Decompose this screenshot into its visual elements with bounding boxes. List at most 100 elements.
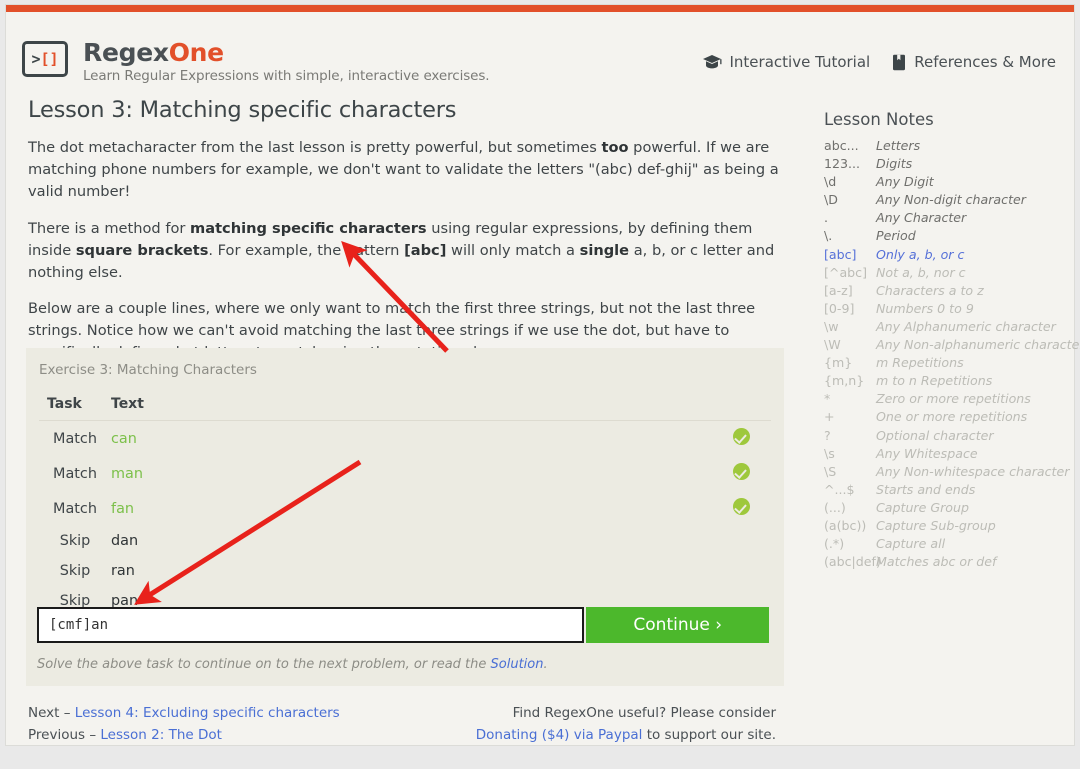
lesson-text: will only match a [446,241,580,259]
lesson-note-row: {m} m Repetitions [824,354,1072,372]
lesson-note-symbol: \w [824,318,839,334]
lesson-note-row: * Zero or more repetitions [824,390,1072,408]
lesson-note-description: Capture Group [876,499,969,515]
lesson-note-symbol: 123... [824,156,861,172]
lesson-note-row: ? Optional character [824,427,1072,445]
exercise-task-cell: Match [53,500,97,517]
lesson-note-row: [^abc] Not a, b, nor c [824,264,1072,282]
lesson-main: Lesson 3: Matching specific characters T… [28,97,798,379]
lesson-note-symbol: \S [824,463,837,479]
table-row: Match man [39,456,771,491]
lesson-note-description: Only a, b, or c [876,246,965,262]
exercise-text-cell: man [111,465,143,482]
lesson-emphasis: single [579,241,630,259]
lesson-note-row: 123... Digits [824,155,1072,173]
top-navigation: Interactive Tutorial References & More [702,53,1056,71]
footer-next-link[interactable]: Lesson 4: Excluding specific characters [75,705,340,721]
brand-tagline: Learn Regular Expressions with simple, i… [83,68,490,85]
exercise-table: Task Text Match can Match man Match fan Skip da… [39,392,771,616]
footer-next-prefix: Next – [28,705,75,721]
lesson-note-row: [a-z] Characters a to z [824,282,1072,300]
lesson-note-row: . Any Character [824,209,1072,227]
lesson-note-symbol: (a(bc)) [824,517,867,533]
lesson-note-row: \d Any Digit [824,173,1072,191]
lesson-note-row: (...) Capture Group [824,499,1072,517]
nav-interactive-tutorial-label: Interactive Tutorial [729,53,871,71]
table-row: Match fan [39,491,771,526]
lesson-note-symbol: (.*) [824,536,845,552]
footer-support-suffix: to support our site. [642,727,776,744]
lesson-note-row: (abc|def) Matches abc or def [824,553,1072,571]
lesson-note-description: Period [876,228,916,244]
table-header-row: Task Text [39,392,771,421]
logo-brackets-glyph: [] [40,49,59,68]
regexone-logo-icon[interactable]: >[] [22,41,68,77]
lesson-note-description: Characters a to z [876,282,984,298]
lesson-note-description: Any Alphanumeric character [876,318,1056,334]
page-root: >[] RegexOne Learn Regular Expressions w… [0,0,1080,769]
exercise-text-cell: dan [111,533,139,549]
lesson-note-description: Any Non-alphanumeric character [876,337,1080,353]
exercise-text-cell: can [111,430,137,447]
lesson-note-description: Letters [876,138,921,153]
column-header-task: Task [39,392,111,421]
exercise-task-cell: Match [53,465,97,482]
lesson-note-description: m Repetitions [876,355,964,371]
lesson-body: The dot metacharacter from the last less… [28,137,798,365]
footer-support-line2: Donating ($4) via Paypal to support our … [476,724,776,746]
continue-button[interactable]: Continue › [586,607,769,643]
nav-references-more[interactable]: References & More [892,53,1056,71]
lesson-note-description: Any Whitespace [876,445,978,461]
brand-block[interactable]: RegexOne Learn Regular Expressions with … [83,38,490,85]
regex-answer-input[interactable] [37,607,585,643]
lesson-note-row: \s Any Whitespace [824,445,1072,463]
lesson-text: . For example, the pattern [208,241,405,259]
exercise-status-cell [711,526,771,556]
footer-prev-row: Previous – Lesson 2: The Dot [28,724,340,746]
nav-interactive-tutorial[interactable]: Interactive Tutorial [702,53,871,71]
footer-prev-link[interactable]: Lesson 2: The Dot [100,727,222,743]
footer-next-row: Next – Lesson 4: Excluding specific char… [28,702,340,724]
graduation-cap-icon [702,54,722,70]
exercise-hint: Solve the above task to continue on to t… [37,657,548,672]
lesson-note-description: Any Non-whitespace character [876,463,1070,479]
lesson-note-symbol: \. [824,228,833,244]
table-row: Skip ran [39,556,771,586]
footer-support: Find RegexOne useful? Please consider Do… [476,702,776,747]
book-icon [892,54,906,71]
lesson-text: The dot metacharacter from the last less… [28,139,602,156]
lesson-note-row: abc... Letters [824,137,1072,155]
lesson-note-symbol: [^abc] [824,264,868,280]
lesson-note-row: \S Any Non-whitespace character [824,463,1072,481]
lesson-note-description: Any Non-digit character [876,192,1026,208]
lesson-note-symbol: \d [824,174,837,190]
donate-link[interactable]: Donating ($4) via Paypal [476,727,643,743]
lesson-note-symbol: [0-9] [824,300,855,316]
lesson-note-symbol: . [824,210,829,226]
footer-support-line1: Find RegexOne useful? Please consider [512,705,776,721]
lesson-note-row: + One or more repetitions [824,408,1072,426]
lesson-paragraph: There is a method for matching specific … [28,218,798,285]
answer-row: Continue › [37,607,769,643]
lesson-note-symbol: {m} [824,355,853,371]
lesson-note-row: {m,n} m to n Repetitions [824,372,1072,390]
lesson-note-description: Numbers 0 to 9 [876,300,974,316]
column-header-status [711,392,771,421]
lesson-note-symbol: [a-z] [824,282,853,298]
exercise-task-cell: Match [53,430,97,447]
brand-title-regex: Regex [83,38,169,67]
check-circle-icon [732,498,750,515]
lesson-note-row: (.*) Capture all [824,535,1072,553]
lesson-note-symbol: ? [824,427,831,443]
hint-suffix: . [543,657,548,672]
lesson-note-description: Not a, b, nor c [876,264,966,280]
check-circle-icon [732,428,750,445]
lesson-note-row: [0-9] Numbers 0 to 9 [824,300,1072,318]
exercise-table-body: Match can Match man Match fan Skip dan Skip ran Sk… [39,421,771,617]
lesson-note-symbol: (...) [824,499,846,515]
solution-link[interactable]: Solution [491,657,544,672]
lesson-note-symbol: {m,n} [824,373,865,389]
page-title: Lesson 3: Matching specific characters [28,97,457,123]
table-row: Skip dan [39,526,771,556]
lesson-note-row: \D Any Non-digit character [824,191,1072,209]
